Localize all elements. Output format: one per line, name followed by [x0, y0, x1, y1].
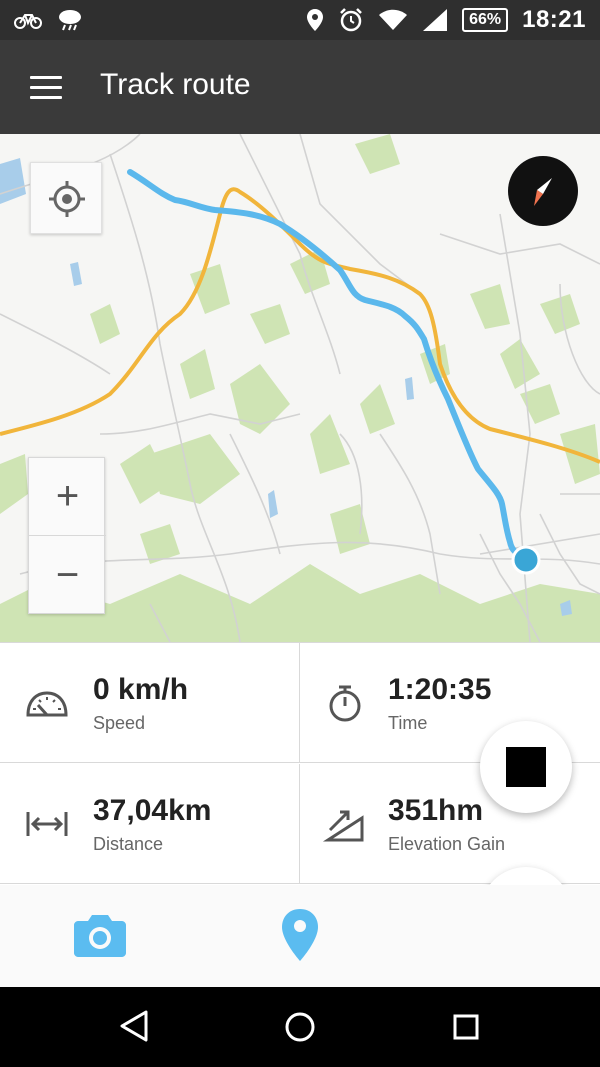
stop-icon: [506, 747, 546, 787]
system-nav-bar: [0, 987, 600, 1067]
weather-icon: [56, 8, 84, 32]
wifi-icon: [378, 8, 408, 32]
map-view[interactable]: + −: [0, 134, 600, 642]
stop-button[interactable]: [480, 721, 572, 813]
compass-icon: [534, 178, 552, 206]
stopwatch-icon: [329, 685, 361, 722]
zoom-controls: + −: [28, 457, 106, 614]
signal-icon: [422, 8, 448, 32]
action-bar: [0, 885, 600, 987]
camera-button[interactable]: [74, 911, 126, 957]
home-icon[interactable]: [284, 1011, 316, 1043]
recents-icon[interactable]: [452, 1013, 480, 1041]
battery-indicator: 66%: [462, 8, 509, 32]
distance-label: Distance: [93, 834, 164, 854]
elevation-value: 351hm: [388, 794, 484, 827]
stat-distance: 37,04km Distance: [0, 764, 300, 884]
app-bar: Track route: [0, 40, 600, 134]
back-icon[interactable]: [118, 1009, 150, 1043]
compass-button[interactable]: [508, 156, 578, 226]
crosshair-icon: [49, 181, 85, 217]
menu-icon[interactable]: [24, 70, 68, 106]
page-title: Track route: [100, 68, 251, 101]
locate-button[interactable]: [30, 162, 102, 234]
zoom-out-button[interactable]: −: [29, 536, 106, 614]
location-icon: [306, 8, 324, 32]
map-pin-icon: [282, 909, 318, 961]
status-bar: 66% 18:21: [0, 0, 600, 40]
alarm-icon: [338, 7, 364, 33]
camera-icon: [74, 915, 126, 957]
elevation-label: Elevation Gain: [388, 834, 506, 854]
speedometer-icon: [26, 691, 68, 717]
stat-speed: 0 km/h Speed: [0, 643, 300, 763]
status-clock: 18:21: [522, 6, 586, 33]
add-marker-button[interactable]: [280, 907, 320, 963]
distance-icon: [26, 812, 68, 836]
elevation-icon: [322, 810, 364, 842]
distance-value: 37,04km: [93, 794, 212, 827]
bike-icon: [14, 10, 42, 30]
speed-value: 0 km/h: [93, 673, 189, 706]
zoom-in-button[interactable]: +: [29, 458, 106, 536]
time-label: Time: [388, 713, 428, 733]
time-value: 1:20:35: [388, 673, 492, 706]
speed-label: Speed: [93, 713, 146, 733]
